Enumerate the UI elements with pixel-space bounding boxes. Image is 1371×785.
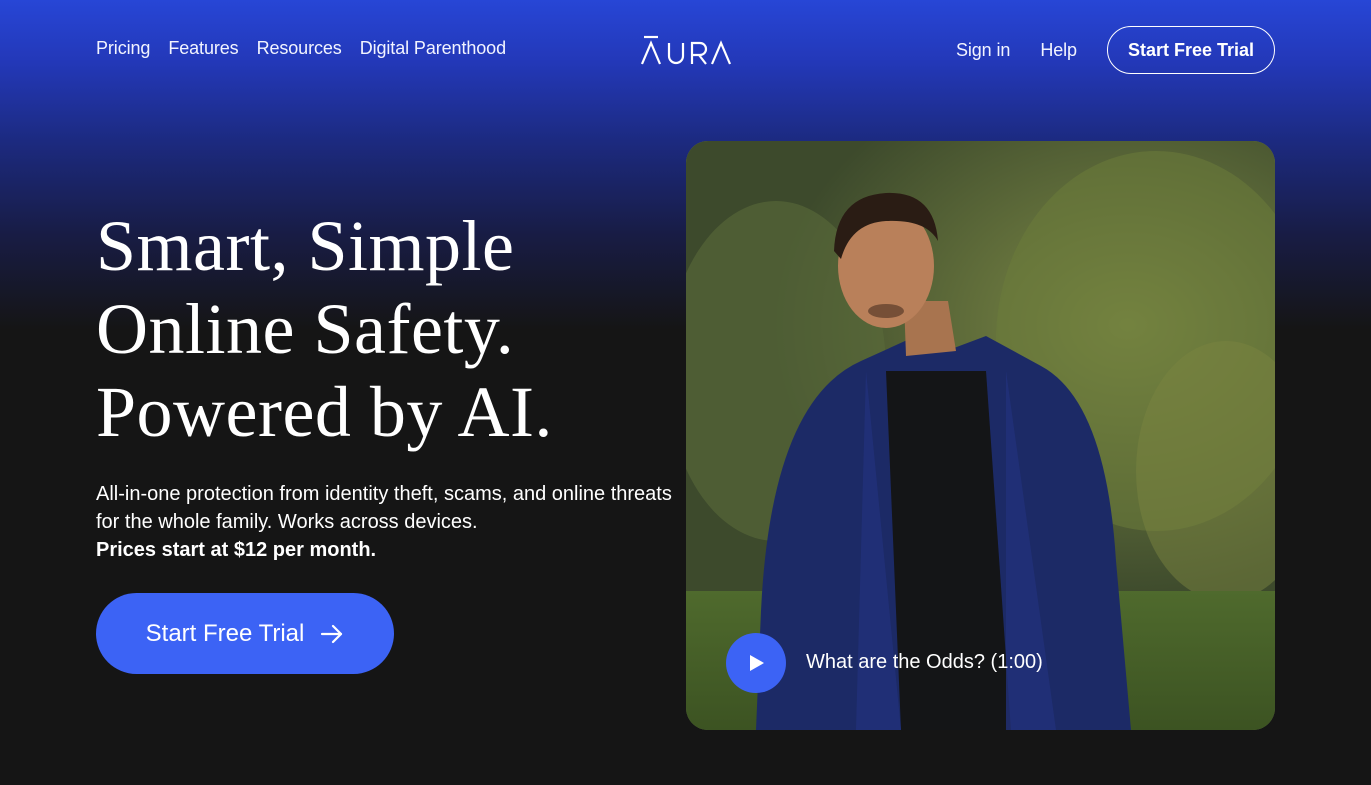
hero-subtitle-text: All-in-one protection from identity thef… — [96, 483, 672, 533]
nav-start-free-trial-button[interactable]: Start Free Trial — [1106, 26, 1275, 74]
sign-in-link[interactable]: Sign in — [956, 40, 1010, 61]
play-icon — [750, 655, 764, 671]
hero-cta-label: Start Free Trial — [145, 619, 305, 647]
nav-digital-parenthood-link[interactable]: Digital Parenthood — [360, 38, 506, 59]
help-link[interactable]: Help — [1040, 40, 1077, 61]
play-button[interactable] — [726, 633, 786, 693]
video-player[interactable]: What are the Odds? (1:00) — [686, 141, 1275, 730]
hero-title: Smart, Simple Online Safety. Powered by … — [96, 205, 676, 454]
nav-pricing-link[interactable]: Pricing — [96, 38, 150, 59]
hero-title-line-1: Smart, Simple — [96, 206, 515, 286]
hero-title-line-3: Powered by AI. — [96, 372, 553, 452]
hero-subtitle: All-in-one protection from identity thef… — [96, 480, 676, 564]
arrow-right-icon — [321, 624, 343, 643]
nav-links: Pricing Features Resources Digital Paren… — [96, 38, 506, 59]
nav-resources-link[interactable]: Resources — [257, 38, 342, 59]
aura-logo[interactable] — [641, 34, 733, 68]
hero-price-note: Prices start at $12 per month. — [96, 539, 377, 561]
nav-features-link[interactable]: Features — [168, 38, 238, 59]
nav-actions: Sign in Help Start Free Trial — [956, 26, 1275, 74]
video-caption: What are the Odds? (1:00) — [806, 651, 1043, 673]
hero-title-line-2: Online Safety. — [96, 289, 515, 369]
hero-start-free-trial-button[interactable]: Start Free Trial — [96, 593, 394, 674]
top-nav: Pricing Features Resources Digital Paren… — [0, 0, 1371, 100]
